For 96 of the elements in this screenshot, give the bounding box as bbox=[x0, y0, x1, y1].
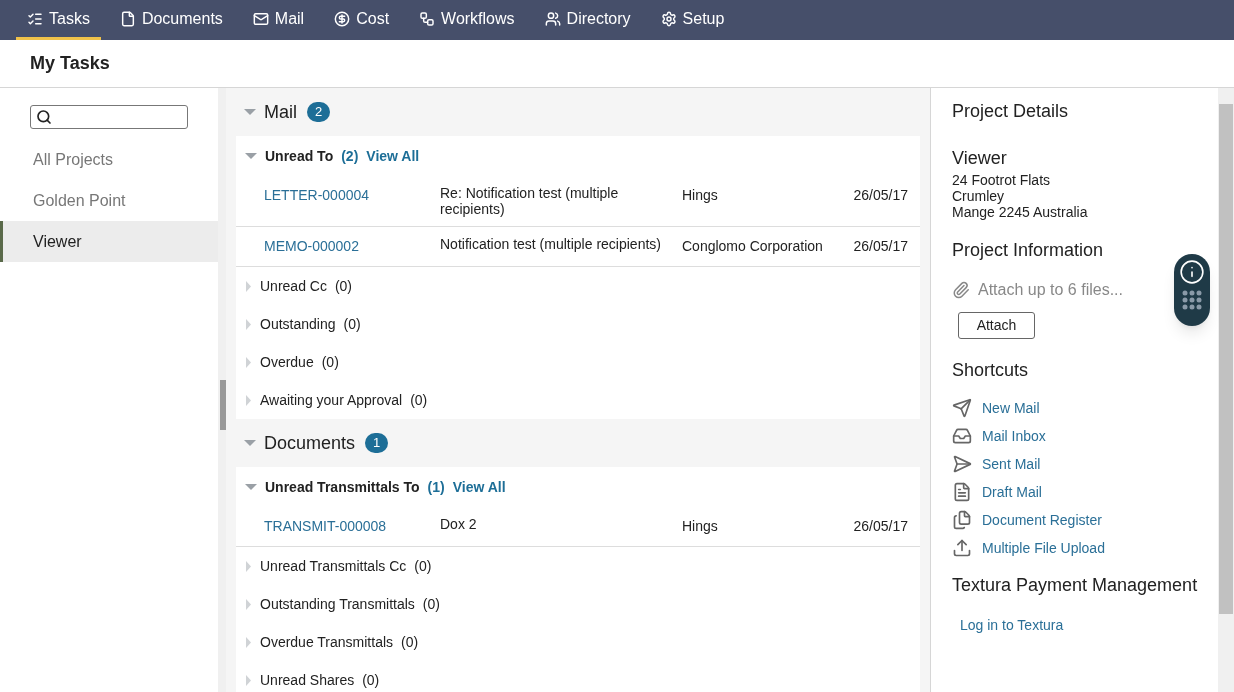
shortcut-link[interactable]: Mail Inbox bbox=[982, 425, 1046, 447]
shortcut-link[interactable]: New Mail bbox=[982, 397, 1040, 419]
caret-right-icon[interactable] bbox=[245, 674, 252, 686]
search-field[interactable] bbox=[30, 105, 188, 129]
caret-right-icon[interactable] bbox=[245, 356, 252, 368]
group-title[interactable]: Outstanding Transmittals bbox=[260, 593, 415, 615]
mail-icon bbox=[252, 10, 269, 27]
shortcut-link[interactable]: Multiple File Upload bbox=[982, 537, 1105, 559]
cost-icon bbox=[334, 10, 351, 27]
view-all-link[interactable]: View All bbox=[366, 145, 420, 167]
group-title[interactable]: Unread Cc bbox=[260, 275, 327, 297]
setup-icon bbox=[660, 10, 677, 27]
table-cell-text: Hings bbox=[682, 186, 719, 205]
shortcut-link[interactable]: Draft Mail bbox=[982, 481, 1042, 503]
table-cell-text: 26/05/17 bbox=[852, 186, 908, 205]
attach-hint: Attach up to 6 files... bbox=[978, 280, 1123, 300]
table-cell-text: Re: Notification test (multiple recipients) bbox=[440, 185, 620, 217]
grid-dots-icon[interactable] bbox=[1182, 290, 1202, 310]
group-count: (0) bbox=[362, 670, 380, 690]
sidebar-item[interactable]: Golden Point bbox=[0, 180, 218, 221]
group-title[interactable]: Outstanding bbox=[260, 313, 336, 335]
nav-tab[interactable]: Documents bbox=[108, 0, 234, 40]
panel-title: Textura Payment Management bbox=[952, 574, 1199, 597]
item-link[interactable]: TRANSMIT-000008 bbox=[264, 516, 440, 537]
table-cell-text: Conglomo Corporation bbox=[682, 237, 824, 256]
group-count: (0) bbox=[321, 352, 339, 372]
caret-down-icon[interactable] bbox=[245, 152, 257, 160]
sidebar-item[interactable]: All Projects bbox=[0, 139, 218, 180]
group-count: (0) bbox=[343, 314, 361, 334]
address-line: Crumley bbox=[952, 188, 1006, 204]
textura-link[interactable]: Log in to Textura bbox=[960, 615, 1218, 636]
count-badge: 1 bbox=[365, 433, 389, 453]
attach-button[interactable]: Attach bbox=[958, 312, 1035, 339]
directory-icon bbox=[544, 10, 561, 27]
group-count: (2) bbox=[341, 146, 359, 166]
group-title[interactable]: Overdue bbox=[260, 351, 314, 373]
table-cell-text: Dox 2 bbox=[440, 516, 478, 532]
section-title: Documents bbox=[264, 431, 356, 455]
panel-title: Project Information bbox=[952, 239, 1105, 262]
nav-tab[interactable]: Workflows bbox=[408, 0, 526, 40]
caret-right-icon[interactable] bbox=[245, 636, 252, 648]
caret-right-icon[interactable] bbox=[245, 280, 252, 292]
table-cell-text: 26/05/17 bbox=[852, 237, 908, 256]
info-icon[interactable] bbox=[1179, 259, 1205, 285]
caret-down-icon[interactable] bbox=[245, 483, 257, 491]
count-badge: 2 bbox=[307, 102, 331, 122]
scrollbar-thumb[interactable] bbox=[1219, 104, 1233, 614]
inbox-icon bbox=[952, 426, 972, 446]
scrollbar-thumb[interactable] bbox=[220, 380, 226, 430]
section-title: Mail bbox=[264, 100, 297, 124]
group-title[interactable]: Awaiting your Approval bbox=[260, 389, 403, 411]
documents-icon bbox=[119, 10, 136, 27]
item-link[interactable]: LETTER-000004 bbox=[264, 185, 440, 206]
page-title: My Tasks bbox=[30, 52, 110, 75]
group-count: (0) bbox=[410, 390, 428, 410]
group-count: (0) bbox=[334, 276, 353, 296]
group-title[interactable]: Overdue Transmittals bbox=[260, 631, 394, 653]
scrollbar[interactable] bbox=[218, 88, 226, 692]
caret-right-icon[interactable] bbox=[245, 318, 252, 330]
caret-right-icon[interactable] bbox=[245, 394, 252, 406]
view-all-link[interactable]: View All bbox=[452, 476, 506, 498]
group-count: (0) bbox=[401, 632, 419, 652]
nav-tab[interactable]: Setup bbox=[649, 0, 736, 40]
nav-tab[interactable]: Directory bbox=[533, 0, 642, 40]
upload-icon bbox=[952, 538, 972, 558]
project-name: Viewer bbox=[952, 147, 1008, 170]
address-line: 24 Footrot Flats bbox=[952, 172, 1052, 188]
table-cell-text: 26/05/17 bbox=[852, 517, 908, 536]
item-link[interactable]: MEMO-000002 bbox=[264, 236, 440, 257]
caret-right-icon[interactable] bbox=[245, 598, 252, 610]
table-cell-text: Notification test (multiple recipients) bbox=[440, 236, 662, 252]
nav-tab[interactable]: Cost bbox=[323, 0, 401, 40]
shortcut-link[interactable]: Document Register bbox=[982, 509, 1102, 531]
group-count: (0) bbox=[422, 594, 440, 614]
search-icon bbox=[36, 109, 52, 125]
group-count: (1) bbox=[427, 477, 445, 497]
group-title[interactable]: Unread Shares bbox=[260, 669, 355, 691]
shortcut-link[interactable]: Sent Mail bbox=[982, 453, 1041, 475]
panel-title: Project Details bbox=[952, 100, 1070, 123]
group-title: Unread Transmittals To bbox=[265, 477, 420, 497]
group-title[interactable]: Unread Transmittals Cc bbox=[260, 555, 407, 577]
caret-down-icon[interactable] bbox=[244, 439, 256, 447]
address-line: Mange 2245 Australia bbox=[952, 204, 1089, 220]
table-cell-text: Hings bbox=[682, 517, 719, 536]
panel-title: Shortcuts bbox=[952, 359, 1030, 382]
caret-down-icon[interactable] bbox=[244, 108, 256, 116]
workflows-icon bbox=[419, 10, 436, 27]
scrollbar[interactable] bbox=[1218, 88, 1234, 692]
floating-help-widget[interactable] bbox=[1174, 254, 1210, 326]
paperclip-icon bbox=[952, 281, 970, 299]
nav-tab[interactable]: Mail bbox=[241, 0, 316, 40]
nav-tab[interactable]: Tasks bbox=[16, 0, 101, 40]
group-count: (0) bbox=[414, 556, 432, 576]
group-title: Unread To bbox=[265, 146, 334, 166]
caret-right-icon[interactable] bbox=[245, 560, 252, 572]
sidebar-item[interactable]: Viewer bbox=[0, 221, 218, 262]
